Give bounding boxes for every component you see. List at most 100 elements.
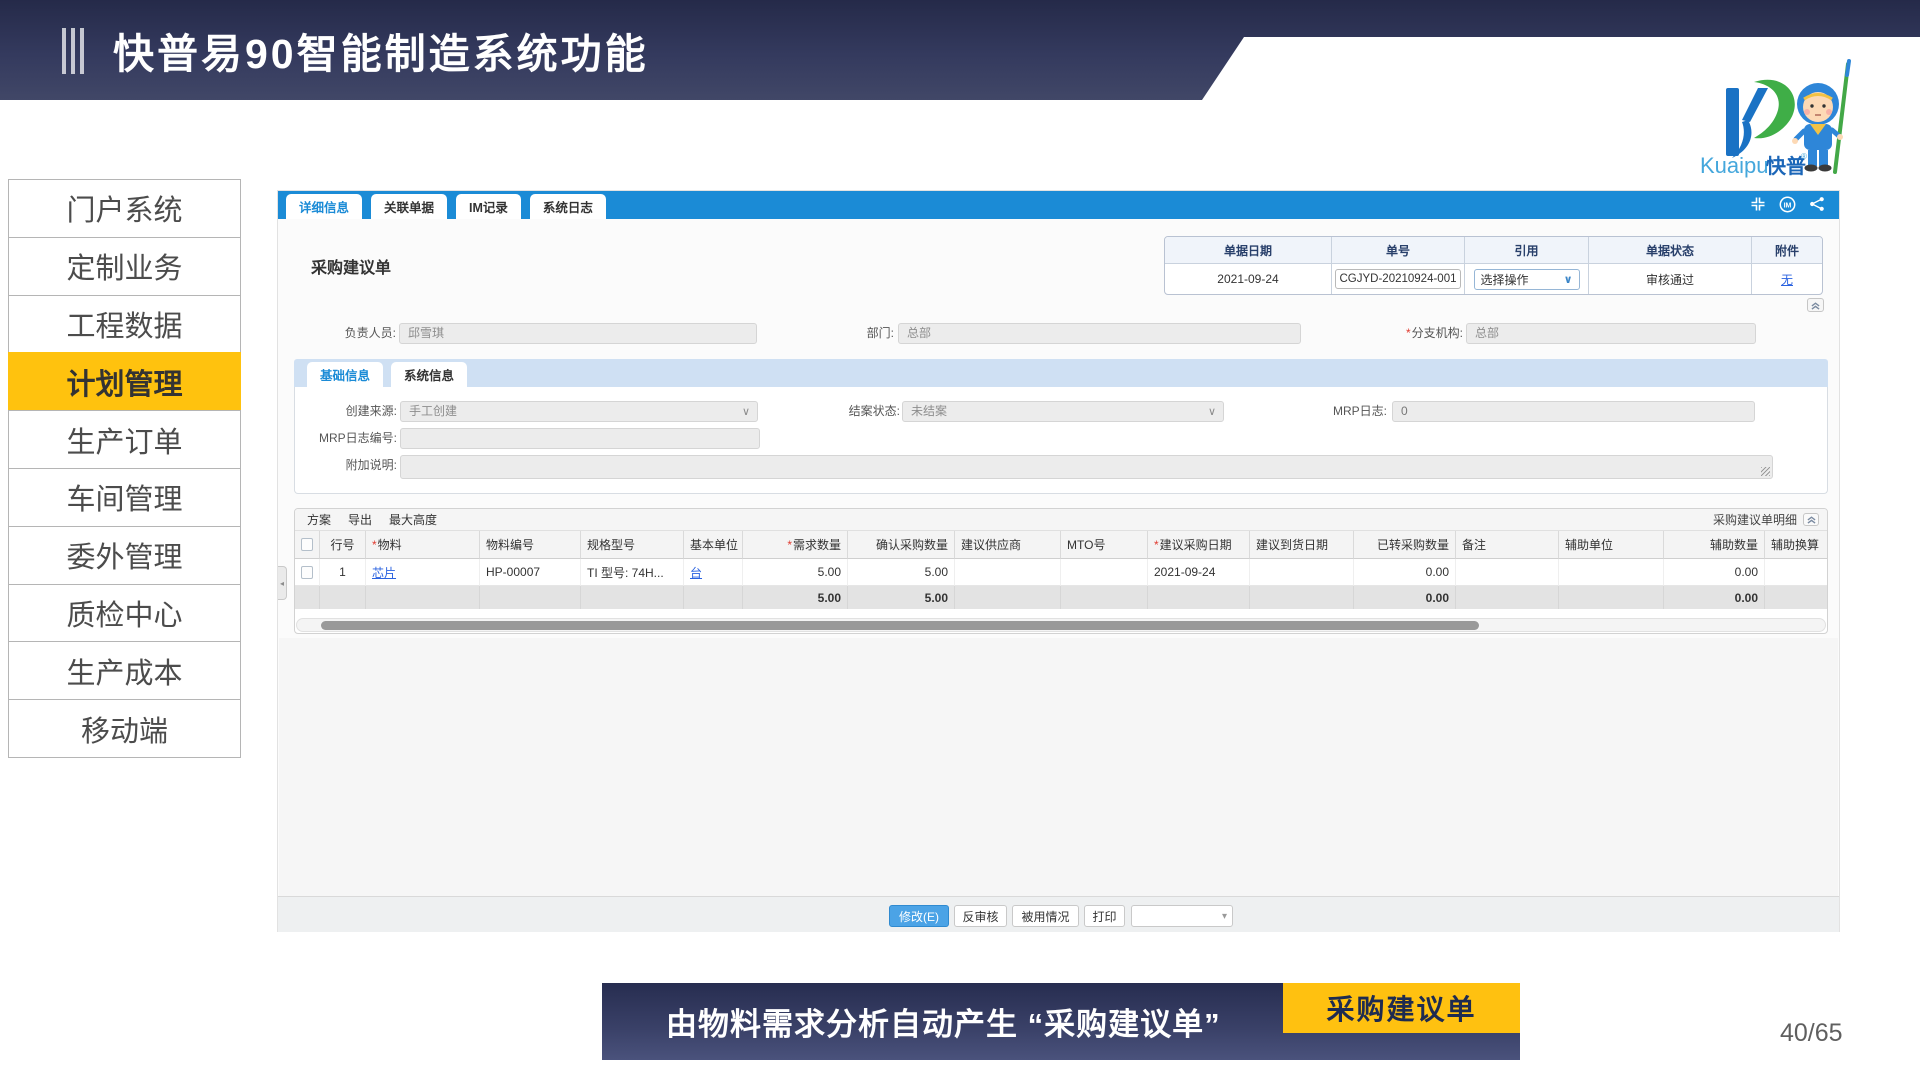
mrp-input[interactable]: 0 (1392, 401, 1755, 422)
data-cell-辅助单位[interactable] (1559, 559, 1664, 586)
sidebar-item-车间管理[interactable]: 车间管理 (8, 468, 241, 527)
attachment-link[interactable]: 无 (1781, 271, 1793, 288)
grid-toolbar-最大高度[interactable]: 最大高度 (389, 511, 437, 528)
head-cell-建议到货日期[interactable]: 建议到货日期 (1250, 531, 1354, 559)
caret-down-icon: ▾ (1222, 911, 1227, 922)
sum-cell-checkbox (295, 586, 320, 609)
sum-cell-行号 (320, 586, 366, 609)
collapse-header-button[interactable] (1807, 298, 1824, 312)
data-cell-规格型号[interactable]: TI 型号: 74H... (581, 559, 684, 586)
chevron-down-icon: ∨ (1208, 402, 1216, 422)
close-select[interactable]: 未结案∨ (902, 401, 1224, 422)
data-cell-建议采购日期[interactable]: 2021-09-24 (1148, 559, 1250, 586)
footer-toolbar: 修改(E)反审核被用情况打印 ▾ (278, 896, 1839, 932)
note-textarea[interactable] (400, 455, 1773, 479)
head-cell-确认采购数量[interactable]: 确认采购数量 (848, 531, 955, 559)
head-cell-辅助单位[interactable]: 辅助单位 (1559, 531, 1664, 559)
sidebar-item-质检中心[interactable]: 质检中心 (8, 584, 241, 643)
data-cell-基本单位[interactable]: 台 (684, 559, 743, 586)
cell-link[interactable]: 芯片 (372, 564, 396, 581)
head-cell-MTO号[interactable]: MTO号 (1061, 531, 1148, 559)
grid-summary-row: 5.005.000.000.00 (295, 586, 1827, 609)
footer-button-反审核[interactable]: 反审核 (954, 905, 1007, 927)
doc-number-input[interactable]: CGJYD-20210924-001 (1335, 269, 1461, 289)
scrollbar-thumb[interactable] (321, 621, 1479, 630)
data-cell-确认采购数量[interactable]: 5.00 (848, 559, 955, 586)
head-cell-物料编号[interactable]: 物料编号 (480, 531, 581, 559)
footer-button-修改(E)[interactable]: 修改(E) (889, 905, 949, 927)
tab-关联单据[interactable]: 关联单据 (371, 194, 447, 219)
kuaipu-logo: Kuaipu 快普 ® (1698, 58, 1870, 184)
subtab-系统信息[interactable]: 系统信息 (391, 362, 467, 387)
collapse-icon[interactable] (1750, 196, 1766, 212)
head-cell-行号[interactable]: 行号 (320, 531, 366, 559)
doc-table-header: 单号 (1332, 237, 1465, 264)
mrp-no-label: MRP日志编号: (295, 428, 397, 449)
sidebar-item-门户系统[interactable]: 门户系统 (8, 179, 241, 238)
data-cell-备注[interactable] (1456, 559, 1559, 586)
data-cell-已转采购数量[interactable]: 0.00 (1354, 559, 1456, 586)
footer-button-打印[interactable]: 打印 (1084, 905, 1125, 927)
head-cell-备注[interactable]: 备注 (1456, 531, 1559, 559)
head-cell-辅助数量[interactable]: 辅助数量 (1664, 531, 1765, 559)
sidebar-item-委外管理[interactable]: 委外管理 (8, 526, 241, 585)
cell-link[interactable]: 台 (690, 564, 702, 581)
doc-table-header: 附件 (1752, 237, 1822, 264)
grid-data-row[interactable]: 1 芯片 HP-00007TI 型号: 74H... 台 5.005.00 2021-09… (295, 559, 1827, 586)
bars-icon (62, 28, 84, 74)
data-cell-辅助换算[interactable] (1765, 559, 1828, 586)
data-cell-建议到货日期[interactable] (1250, 559, 1354, 586)
head-cell-建议供应商[interactable]: 建议供应商 (955, 531, 1061, 559)
data-cell-物料编号[interactable]: HP-00007 (480, 559, 581, 586)
data-cell-辅助数量[interactable]: 0.00 (1664, 559, 1765, 586)
dept-input[interactable]: 总部 (898, 323, 1301, 344)
app-window: 详细信息关联单据 IM记录系统日志 IM (277, 190, 1840, 932)
head-cell-辅助换算[interactable]: 辅助换算 (1765, 531, 1828, 559)
data-cell-行号[interactable]: 1 (320, 559, 366, 586)
resize-handle[interactable] (1761, 467, 1770, 476)
data-cell-物料[interactable]: 芯片 (366, 559, 480, 586)
sidebar-item-工程数据[interactable]: 工程数据 (8, 295, 241, 354)
sidebar-item-生产订单[interactable]: 生产订单 (8, 410, 241, 469)
sidebar-item-生产成本[interactable]: 生产成本 (8, 641, 241, 700)
head-cell-checkbox[interactable] (295, 531, 320, 559)
grid-toolbar-导出[interactable]: 导出 (348, 511, 372, 528)
tab-IM记录[interactable]: IM记录 (456, 194, 521, 219)
footer-button-被用情况[interactable]: 被用情况 (1012, 905, 1079, 927)
doc-header-table: 单据日期单号引用单据状态附件 2021-09-24 CGJYD-20210924… (1164, 236, 1823, 295)
sidebar-item-移动端[interactable]: 移动端 (8, 699, 241, 758)
tab-系统日志[interactable]: 系统日志 (530, 194, 606, 219)
branch-input[interactable]: 总部 (1466, 323, 1756, 344)
horizontal-scrollbar[interactable] (296, 618, 1826, 632)
share-icon[interactable] (1809, 196, 1825, 212)
head-cell-已转采购数量[interactable]: 已转采购数量 (1354, 531, 1456, 559)
sidebar-item-计划管理[interactable]: 计划管理 (8, 352, 241, 411)
head-cell-需求数量[interactable]: *需求数量 (743, 531, 848, 559)
grid-header-row: 行号*物料物料编号规格型号基本单位*需求数量确认采购数量建议供应商MTO号*建议… (295, 531, 1827, 559)
head-cell-建议采购日期[interactable]: *建议采购日期 (1148, 531, 1250, 559)
im-icon[interactable]: IM (1779, 196, 1796, 213)
row-checkbox[interactable] (301, 538, 313, 551)
tab-详细信息[interactable]: 详细信息 (286, 194, 362, 219)
footer-select[interactable]: ▾ (1131, 905, 1233, 927)
subtab-基础信息[interactable]: 基础信息 (307, 362, 383, 387)
panel-collapse-handle[interactable]: ◂ (278, 566, 287, 600)
owner-input[interactable]: 邱雪琪 (399, 323, 757, 344)
chevron-down-icon: ∨ (1564, 273, 1573, 286)
data-cell-建议供应商[interactable] (955, 559, 1061, 586)
data-cell-需求数量[interactable]: 5.00 (743, 559, 848, 586)
head-cell-物料[interactable]: *物料 (366, 531, 480, 559)
collapse-grid-button[interactable] (1803, 513, 1819, 526)
sidebar-item-定制业务[interactable]: 定制业务 (8, 237, 241, 296)
sum-cell-建议到货日期 (1250, 586, 1354, 609)
grid-toolbar-方案[interactable]: 方案 (307, 511, 331, 528)
refer-action-select[interactable]: 选择操作∨ (1474, 269, 1580, 290)
row-checkbox[interactable] (301, 566, 313, 579)
head-cell-规格型号[interactable]: 规格型号 (581, 531, 684, 559)
data-cell-checkbox[interactable] (295, 559, 320, 586)
source-select[interactable]: 手工创建∨ (400, 401, 758, 422)
head-cell-基本单位[interactable]: 基本单位 (684, 531, 743, 559)
data-cell-MTO号[interactable] (1061, 559, 1148, 586)
mrp-no-input[interactable] (400, 428, 760, 449)
required-asterisk: * (372, 538, 377, 552)
